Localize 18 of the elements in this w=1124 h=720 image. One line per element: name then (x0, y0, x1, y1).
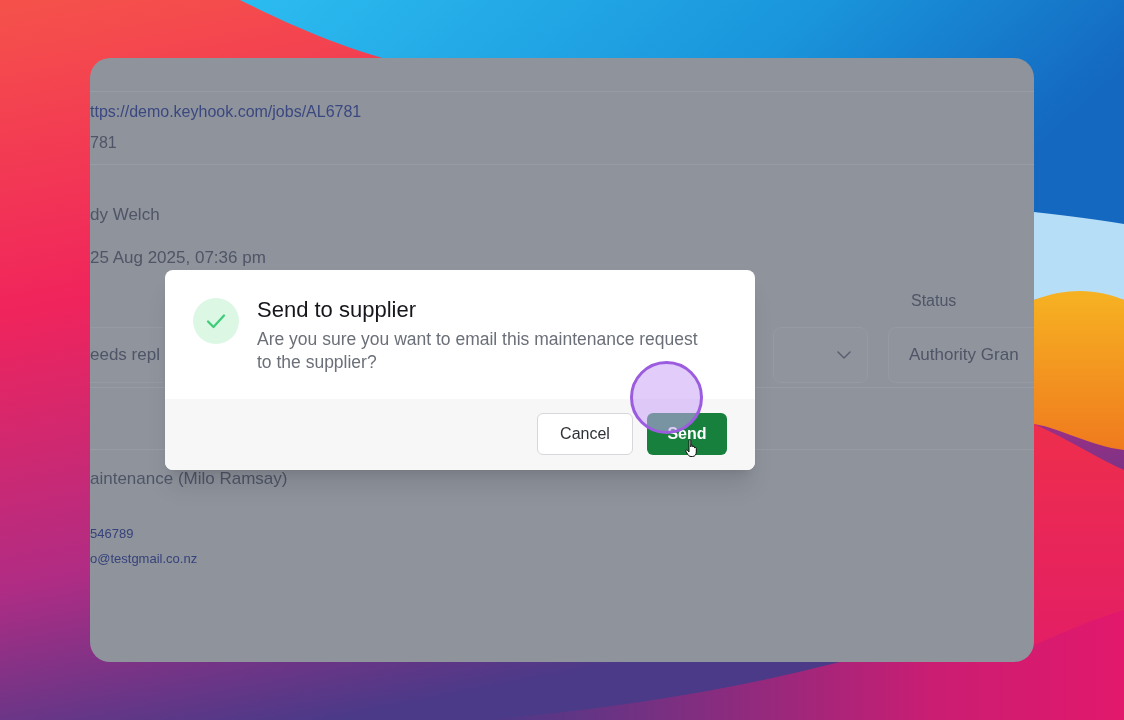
chevron-down-icon (837, 351, 851, 359)
supplier-name-text: aintenance (Milo Ramsay) (90, 468, 288, 490)
hand-cursor-icon (685, 439, 699, 458)
phone-link[interactable]: 546789 (90, 525, 134, 543)
status-label: Status (910, 291, 958, 311)
job-link[interactable]: ttps://demo.keyhook.com/jobs/AL6781 (90, 102, 362, 122)
job-id-text: 781 (90, 133, 117, 153)
check-icon (193, 298, 239, 344)
description-field[interactable]: eeds repl (90, 327, 163, 383)
date-text: 25 Aug 2025, 07:36 pm (90, 247, 266, 269)
dialog-message: Are you sure you want to email this maintenance request to the supplier? (257, 328, 699, 374)
status-field[interactable]: Authority Gran (888, 327, 1034, 383)
person-name-text: dy Welch (90, 204, 160, 226)
dialog-title: Send to supplier (257, 296, 416, 324)
cancel-button[interactable]: Cancel (537, 413, 633, 455)
send-button[interactable]: Send (647, 413, 727, 455)
dropdown-field[interactable] (773, 327, 868, 383)
email-link[interactable]: o@testgmail.co.nz (90, 550, 198, 568)
